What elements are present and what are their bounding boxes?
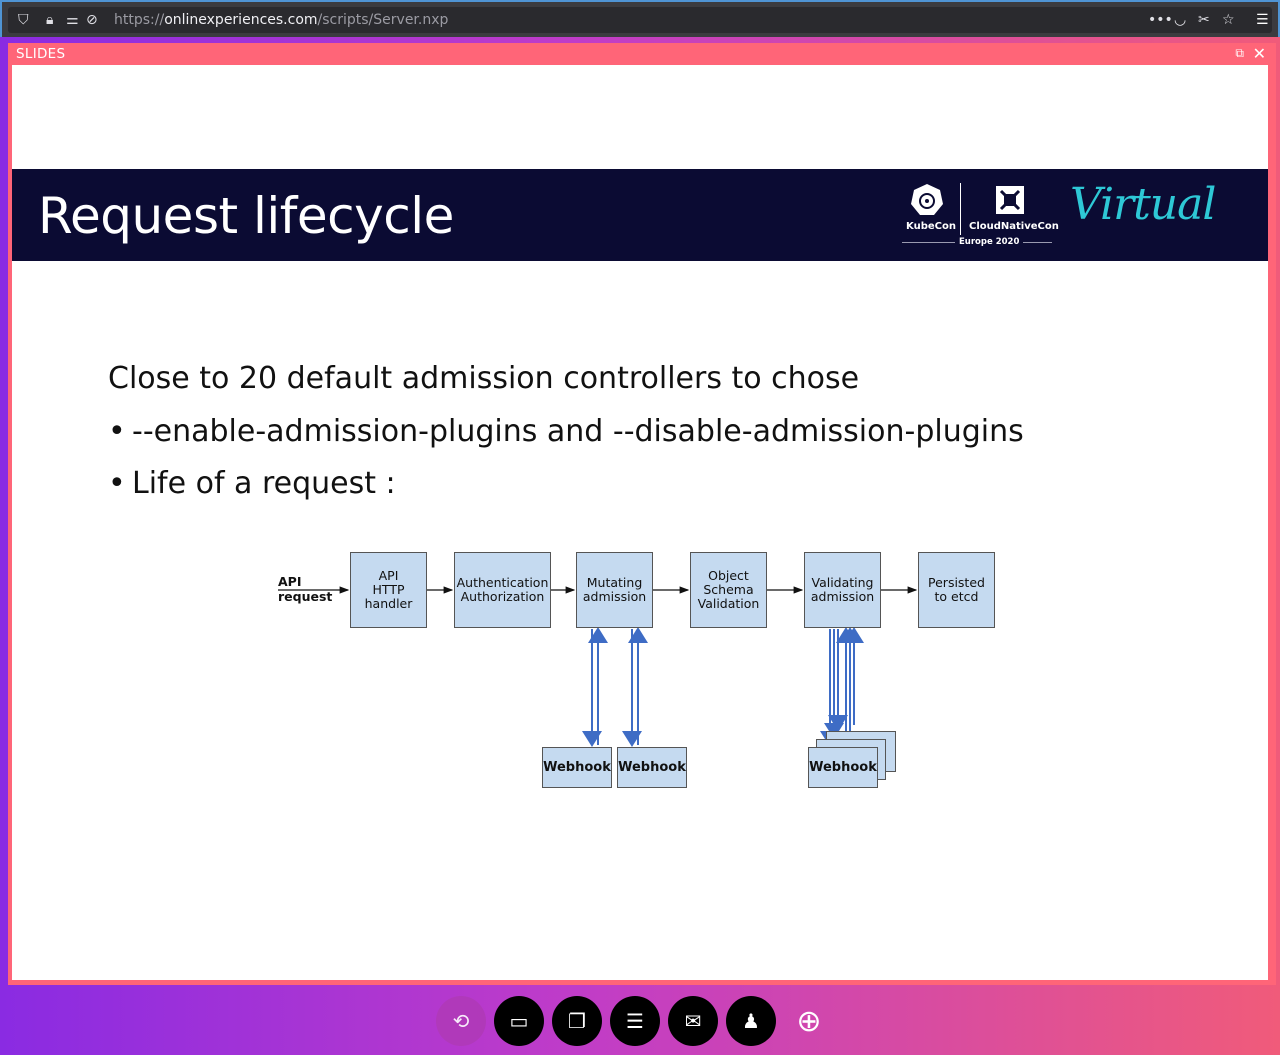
profile-button[interactable]: ♟ <box>726 996 776 1046</box>
browser-toolbar: ⛉ 🔒︎ ⚌ ⊘ https://onlinexperiences.com/sc… <box>0 0 1280 37</box>
stage-validating-admission: Validating admission <box>804 552 881 628</box>
profile-icon: ♟ <box>742 1009 760 1033</box>
slide: Request lifecycle KubeCon CloudNativeCon… <box>12 65 1268 980</box>
restore-window-icon[interactable]: ⧉ <box>1235 46 1244 61</box>
video-icon: ▭ <box>509 1009 529 1033</box>
bottom-toolbar: ⟲ ▭ ❐ ☰ ✉ ♟ ⊕ <box>436 996 836 1048</box>
globe-icon: ⊕ <box>796 1003 822 1039</box>
stage-api-handler: API HTTP handler <box>350 552 427 628</box>
stage-persisted-etcd: Persisted to etcd <box>918 552 995 628</box>
diagram-arrows <box>278 586 918 747</box>
menu-icon[interactable]: ☰ <box>1256 11 1269 29</box>
url-scheme: https:// <box>114 12 165 28</box>
panel-title: SLIDES <box>16 46 66 62</box>
chat-icon: ✉ <box>684 1009 702 1033</box>
url-text[interactable]: https://onlinexperiences.com/scripts/Ser… <box>114 11 448 29</box>
page-actions-icon[interactable]: ••• <box>1148 11 1173 29</box>
refresh-icon: ⟲ <box>452 1009 470 1033</box>
video-button[interactable]: ▭ <box>494 996 544 1046</box>
language-button[interactable]: ⊕ <box>784 996 834 1046</box>
lock-icon[interactable]: 🔒︎ <box>46 11 53 29</box>
refresh-button[interactable]: ⟲ <box>436 996 486 1046</box>
slides-panel: SLIDES ⧉ ✕ Request lifecycle KubeCon Clo… <box>8 43 1276 985</box>
url-path: /scripts/Server.nxp <box>317 12 449 28</box>
autoplay-blocked-icon[interactable]: ⊘ <box>86 11 98 29</box>
webhook-box: Webhook <box>542 747 612 788</box>
permissions-icon[interactable]: ⚌ <box>66 11 79 29</box>
url-field[interactable]: ⛉ 🔒︎ ⚌ ⊘ https://onlinexperiences.com/sc… <box>8 7 1272 33</box>
agenda-icon: ☰ <box>626 1009 644 1033</box>
stage-authentication: Authentication Authorization <box>454 552 551 628</box>
webhook-box: Webhook <box>617 747 687 788</box>
screenshot-icon[interactable]: ✂ <box>1198 11 1210 29</box>
agenda-button[interactable]: ☰ <box>610 996 660 1046</box>
webhook-box: Webhook <box>808 747 878 788</box>
pocket-icon[interactable]: ◡ <box>1174 11 1186 29</box>
api-request-label: API request <box>278 574 333 604</box>
close-icon[interactable]: ✕ <box>1253 44 1266 63</box>
bookmark-star-icon[interactable]: ☆ <box>1222 11 1235 29</box>
chat-button[interactable]: ✉ <box>668 996 718 1046</box>
stage-schema-validation: Object Schema Validation <box>690 552 767 628</box>
shield-icon[interactable]: ⛉ <box>18 11 29 29</box>
slides-button[interactable]: ❐ <box>552 996 602 1046</box>
stage-mutating-admission: Mutating admission <box>576 552 653 628</box>
url-host: onlinexperiences.com <box>164 12 318 28</box>
slides-icon: ❐ <box>568 1009 586 1033</box>
